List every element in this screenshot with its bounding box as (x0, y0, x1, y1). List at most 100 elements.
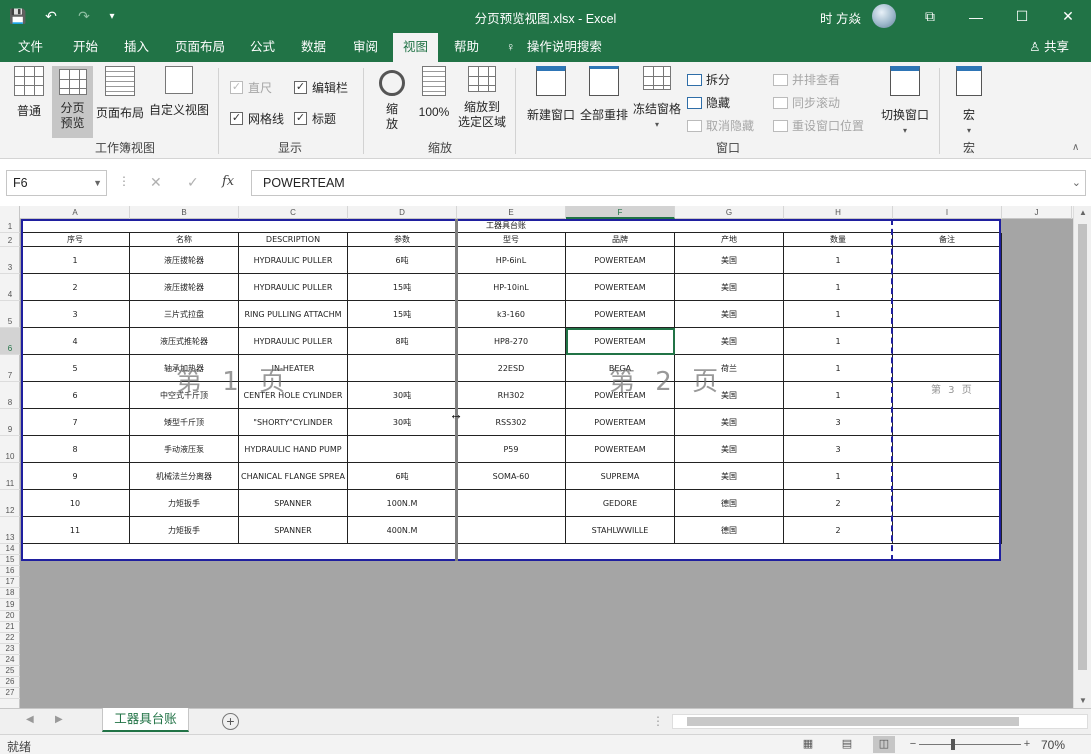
table-cell[interactable]: 3 (784, 409, 893, 436)
ribbon-display-options-icon[interactable]: ⧉ (907, 0, 953, 33)
table-cell[interactable]: 8吨 (348, 328, 457, 355)
table-cell[interactable]: 30吨 (348, 409, 457, 436)
table-cell[interactable]: HP-6inL (457, 247, 566, 274)
close-icon[interactable]: ✕ (1045, 0, 1091, 33)
table-cell[interactable]: 6 (21, 382, 130, 409)
row-header-21[interactable]: 21 (0, 622, 20, 633)
table-cell[interactable]: 轴承加热器 (130, 355, 239, 382)
row-header-16[interactable]: 16 (0, 566, 20, 578)
tab-split-handle[interactable]: ⋮ (652, 714, 664, 728)
row-header-20[interactable]: 20 (0, 611, 20, 622)
row-header-25[interactable]: 25 (0, 666, 20, 678)
expand-formula-icon[interactable]: ⌄ (1072, 171, 1081, 195)
zoom-level[interactable]: 70% (1041, 738, 1065, 752)
vertical-scroll-thumb[interactable] (1078, 224, 1087, 670)
insert-function-icon[interactable]: fx (222, 174, 234, 189)
tab-page-layout[interactable]: 页面布局 (165, 33, 235, 62)
table-cell[interactable] (893, 355, 1002, 382)
zoom-in-button[interactable]: + (1016, 736, 1038, 753)
table-cell[interactable]: HYDRAULIC PULLER (239, 328, 348, 355)
add-sheet-icon[interactable]: + (222, 713, 239, 730)
table-cell[interactable]: STAHLWWILLE (566, 517, 675, 544)
macros-button[interactable]: 宏 ▾ (950, 66, 988, 138)
tab-help[interactable]: 帮助 (444, 33, 489, 62)
table-cell[interactable]: RING PULLING ATTACHM (239, 301, 348, 328)
row-header-10[interactable]: 10 (0, 436, 20, 463)
table-cell[interactable]: 2 (784, 490, 893, 517)
table-cell[interactable]: 矮型千斤顶 (130, 409, 239, 436)
tell-me-search[interactable]: ♀ 操作说明搜索 (506, 33, 602, 62)
row-header-6[interactable]: 6 (0, 328, 20, 355)
table-cell[interactable]: 1 (784, 301, 893, 328)
ruler-checkbox[interactable]: ✓ 直尺 (230, 79, 272, 96)
table-cell[interactable]: 100N.M (348, 490, 457, 517)
row-header-5[interactable]: 5 (0, 301, 20, 328)
column-header-a[interactable]: A (21, 206, 130, 219)
row-header-3[interactable]: 3 (0, 247, 20, 274)
header-cell[interactable]: 备注 (893, 233, 1002, 247)
table-cell[interactable]: 3 (784, 436, 893, 463)
table-cell[interactable]: 液压拔轮器 (130, 274, 239, 301)
next-sheet-icon[interactable]: ▶ (55, 714, 63, 725)
table-cell[interactable] (348, 355, 457, 382)
maximize-icon[interactable]: ☐ (999, 0, 1045, 33)
normal-view-button[interactable]: 普通 (8, 66, 50, 134)
table-cell[interactable]: 1 (784, 328, 893, 355)
header-cell[interactable]: 序号 (21, 233, 130, 247)
table-cell[interactable]: POWERTEAM (566, 382, 675, 409)
row-header-24[interactable]: 24 (0, 655, 20, 667)
reset-window-position-button[interactable]: 重设窗口位置 (773, 117, 864, 134)
more-icon[interactable]: ⋮ (118, 174, 130, 188)
print-area[interactable]: 工器具台账 序号 名称 DESCRIPTION 参数 型号 品牌 产地 数量 备注 1 液压拔轮器 HY… (21, 219, 1002, 561)
row-header-15[interactable]: 15 (0, 555, 20, 567)
row-header-12[interactable]: 12 (0, 490, 20, 517)
table-cell[interactable]: POWERTEAM (566, 274, 675, 301)
table-cell[interactable]: 机械法兰分离器 (130, 463, 239, 490)
prev-sheet-icon[interactable]: ◀ (26, 714, 34, 725)
table-cell[interactable]: SPANNER (239, 517, 348, 544)
table-cell[interactable]: P59 (457, 436, 566, 463)
table-cell[interactable]: 1 (784, 382, 893, 409)
new-window-button[interactable]: 新建窗口 (524, 66, 578, 134)
row-header-27[interactable]: 27 (0, 688, 20, 700)
sheet-tab[interactable]: 工器具台账 (102, 708, 189, 732)
enter-icon[interactable]: ✓ (187, 174, 199, 191)
row-header-4[interactable]: 4 (0, 274, 20, 301)
table-cell[interactable]: 荷兰 (675, 355, 784, 382)
table-cell[interactable]: POWERTEAM (566, 409, 675, 436)
table-cell[interactable]: BEGA (566, 355, 675, 382)
table-cell[interactable] (893, 490, 1002, 517)
table-cell[interactable]: SUPREMA (566, 463, 675, 490)
row-header-7[interactable]: 7 (0, 355, 20, 382)
freeze-panes-button[interactable]: 冻结窗格 ▾ (631, 66, 683, 138)
page-break-preview-button[interactable]: 分页 预览 (52, 66, 93, 138)
column-header-b[interactable]: B (130, 206, 239, 219)
row-header-17[interactable]: 17 (0, 577, 20, 589)
row-header-22[interactable]: 22 (0, 633, 20, 644)
table-cell[interactable]: 力矩扳手 (130, 490, 239, 517)
scroll-up-icon[interactable]: ▲ (1074, 206, 1091, 220)
page-break-preview-status-icon[interactable]: ◫ (873, 736, 895, 753)
row-header-9[interactable]: 9 (0, 409, 20, 436)
table-cell[interactable]: 美国 (675, 328, 784, 355)
table-cell[interactable]: CHANICAL FLANGE SPREA (239, 463, 348, 490)
column-header-j[interactable]: J (1002, 206, 1072, 219)
page-layout-status-icon[interactable]: ▤ (836, 736, 858, 753)
table-cell[interactable]: POWERTEAM (566, 436, 675, 463)
table-cell[interactable]: 11 (21, 517, 130, 544)
table-cell[interactable] (457, 517, 566, 544)
arrange-all-button[interactable]: 全部重排 (578, 66, 630, 134)
table-cell[interactable]: 6吨 (348, 463, 457, 490)
column-header-g[interactable]: G (675, 206, 784, 219)
table-cell[interactable]: 德国 (675, 490, 784, 517)
table-cell[interactable]: RH302 (457, 382, 566, 409)
table-cell[interactable]: 美国 (675, 463, 784, 490)
table-cell[interactable]: HYDRAULIC PULLER (239, 274, 348, 301)
redo-icon[interactable]: ↷ (66, 0, 102, 33)
zoom-slider-knob[interactable] (951, 739, 955, 750)
table-cell[interactable]: k3-160 (457, 301, 566, 328)
row-header-11[interactable]: 11 (0, 463, 20, 490)
table-cell[interactable]: 美国 (675, 382, 784, 409)
table-cell[interactable]: POWERTEAM (566, 301, 675, 328)
table-cell[interactable]: 美国 (675, 436, 784, 463)
